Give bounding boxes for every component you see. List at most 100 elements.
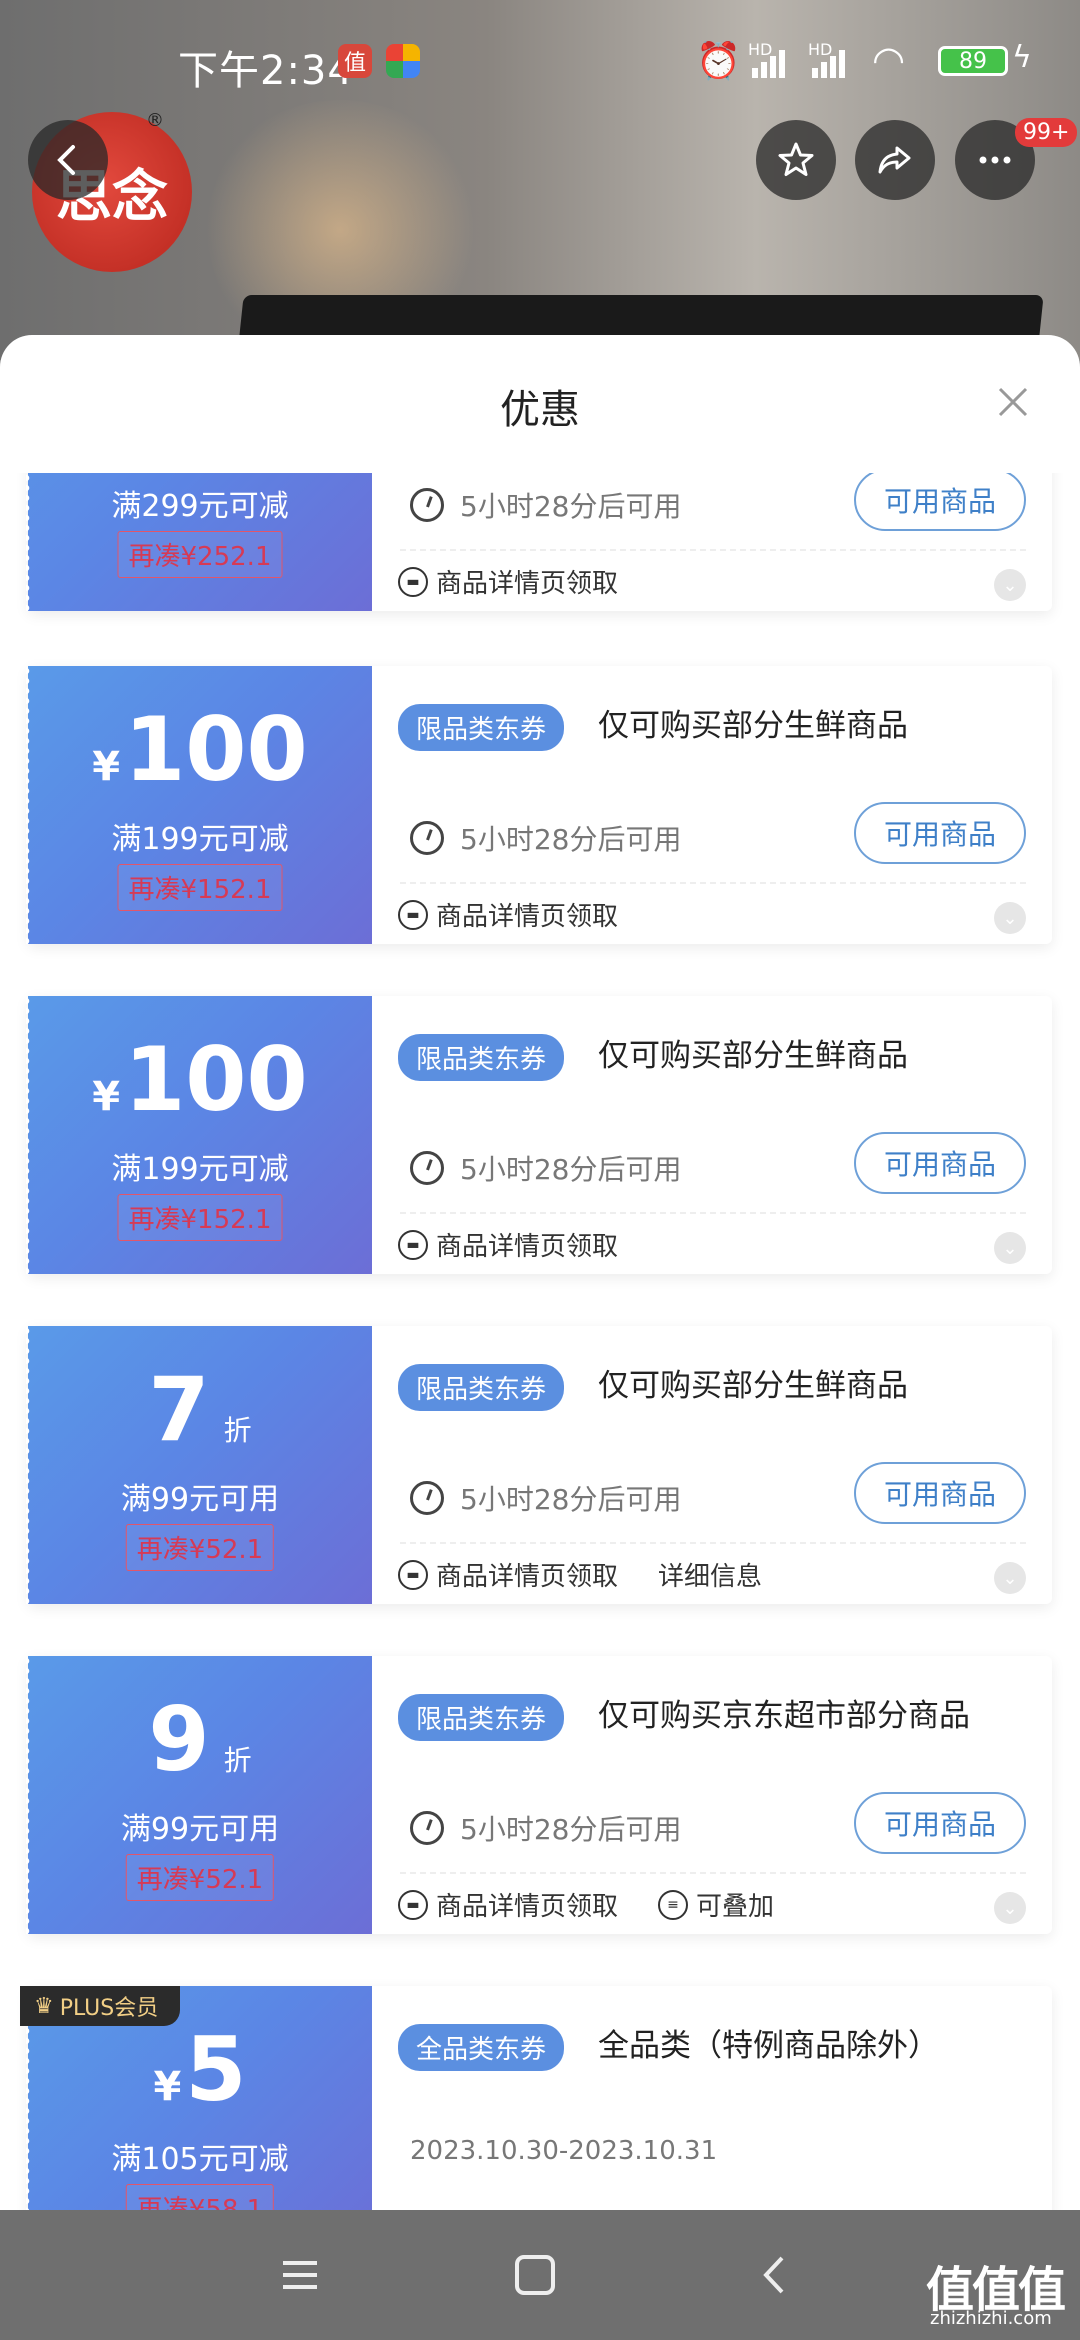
coupon-value-panel: 7折 满99元可用 再凑¥52.1 — [26, 1326, 372, 1604]
coupon-amount: ¥100 — [92, 1028, 308, 1131]
status-bar: 下午2:34 值 ⏰ HD HD ◠ 89 ϟ — [0, 0, 1080, 120]
coupon-value-panel: 满299元可减 再凑¥252.1 — [26, 473, 372, 611]
charging-icon: ϟ — [1012, 40, 1032, 75]
signal-icon — [752, 48, 785, 78]
coupon-tag: 限品类东券 — [398, 704, 565, 751]
stackable-label: ≡ 可叠加 — [658, 1886, 774, 1923]
coupon-tag: 限品类东券 — [398, 1694, 565, 1741]
coupon-tag: 限品类东券 — [398, 1364, 565, 1411]
signal-icon-2 — [812, 48, 845, 78]
coupon-amount: ¥100 — [92, 698, 308, 801]
ticket-icon: ▬ — [398, 566, 428, 597]
available-products-button[interactable]: 可用商品 — [854, 1132, 1026, 1194]
coupon-time: 5小时28分后可用 — [410, 485, 681, 525]
coupon-source: ▬ 商品详情页领取 — [398, 1226, 618, 1263]
available-products-button[interactable]: 可用商品 — [854, 802, 1026, 864]
coupon-tag: 全品类东券 — [398, 2024, 565, 2071]
coupon-tag: 限品类东券 — [398, 1034, 565, 1081]
coupon-card[interactable]: 满299元可减 再凑¥252.1 5小时28分后可用 可用商品 ▬ 商品详情页领取… — [26, 473, 1052, 611]
coupon-value-panel: ¥100 满199元可减 再凑¥152.1 — [26, 996, 372, 1274]
coupon-time: 5小时28分后可用 — [410, 1148, 681, 1188]
coupon-gap: 再凑¥52.1 — [125, 1524, 275, 1571]
coupon-gap: 再凑¥152.1 — [117, 1194, 283, 1241]
clock-icon — [410, 1151, 444, 1185]
coupon-source: ▬ 商品详情页领取 详细信息 — [398, 1556, 762, 1593]
wifi-icon: ◠ — [872, 38, 906, 82]
ticket-icon: ▬ — [398, 1559, 428, 1590]
watermark-url: zhizhizhi.com — [930, 2308, 1052, 2329]
coupon-amount: 7折 — [148, 1358, 252, 1461]
app-notification-icon-2 — [386, 44, 420, 78]
close-icon[interactable] — [996, 385, 1030, 419]
sheet-title: 优惠 — [500, 387, 580, 433]
coupon-condition: 满105元可减 — [111, 2142, 289, 2177]
home-icon[interactable] — [510, 2250, 560, 2300]
coupon-condition: 满99元可用 — [120, 1482, 280, 1517]
status-time: 下午2:34 — [178, 48, 354, 94]
star-icon — [778, 142, 814, 176]
share-button[interactable] — [855, 120, 935, 200]
coupon-sheet: 优惠 满299元可减 再凑¥252.1 5小时28分后可用 可用商品 ▬ 商品详情… — [0, 335, 1080, 2210]
coupon-description: 仅可购买部分生鲜商品 — [598, 708, 908, 744]
divider — [400, 1542, 1026, 1544]
available-products-button[interactable]: 可用商品 — [854, 1462, 1026, 1524]
more-icon — [979, 156, 1011, 164]
back-nav-icon[interactable] — [750, 2250, 800, 2300]
chevron-down-icon[interactable]: ⌄ — [994, 1892, 1026, 1924]
ticket-icon: ▬ — [398, 899, 428, 930]
coupon-amount: ¥5 — [153, 2018, 247, 2121]
system-nav-bar — [0, 2210, 1080, 2340]
coupon-condition: 满99元可用 — [120, 1812, 280, 1847]
coupon-source: ▬ 商品详情页领取 — [398, 563, 618, 600]
coupon-condition: 满199元可减 — [111, 1152, 289, 1187]
chevron-down-icon[interactable]: ⌄ — [994, 902, 1026, 934]
coupon-card[interactable]: ¥100 满199元可减 再凑¥152.1 限品类东券 仅可购买部分生鲜商品 5… — [26, 666, 1052, 944]
menu-icon[interactable] — [275, 2250, 325, 2300]
coupon-gap: 再凑¥252.1 — [117, 531, 283, 578]
clock-icon — [410, 1811, 444, 1845]
chevron-down-icon[interactable]: ⌄ — [994, 1562, 1026, 1594]
share-icon — [878, 146, 911, 174]
clock-icon — [410, 1481, 444, 1515]
coupon-list[interactable]: 满299元可减 再凑¥252.1 5小时28分后可用 可用商品 ▬ 商品详情页领取… — [0, 473, 1080, 2210]
available-products-button[interactable]: 可用商品 — [854, 1792, 1026, 1854]
divider — [400, 1872, 1026, 1874]
favorite-button[interactable] — [756, 120, 836, 200]
battery-icon: 89 — [938, 46, 1008, 76]
coupon-value-panel: 9折 满99元可用 再凑¥52.1 — [26, 1656, 372, 1934]
coupon-time: 5小时28分后可用 — [410, 818, 681, 858]
divider — [400, 882, 1026, 884]
ticket-icon: ▬ — [398, 1889, 428, 1920]
message-badge: 99+ — [1015, 118, 1078, 147]
coupon-card[interactable]: ¥100 满199元可减 再凑¥152.1 限品类东券 仅可购买部分生鲜商品 5… — [26, 996, 1052, 1274]
plus-member-badge: ♛ PLUS会员 — [20, 1986, 181, 2026]
coupon-date-range: 2023.10.30-2023.10.31 — [410, 2136, 718, 2166]
app-notification-icon: 值 — [338, 44, 372, 78]
coupon-description: 仅可购买部分生鲜商品 — [598, 1368, 908, 1404]
coupon-condition: 满299元可减 — [111, 489, 289, 524]
coupon-card[interactable]: 9折 满99元可用 再凑¥52.1 限品类东券 仅可购买京东超市部分商品 5小时… — [26, 1656, 1052, 1934]
stack-icon: ≡ — [658, 1889, 689, 1920]
coupon-source: ▬ 商品详情页领取 ≡ 可叠加 — [398, 1886, 774, 1923]
chevron-down-icon[interactable]: ⌄ — [994, 569, 1026, 601]
coupon-condition: 满199元可减 — [111, 822, 289, 857]
clock-icon — [410, 488, 444, 522]
available-products-button[interactable]: 可用商品 — [854, 473, 1026, 531]
coupon-description: 仅可购买部分生鲜商品 — [598, 1038, 908, 1074]
clock-icon — [410, 821, 444, 855]
coupon-gap: 再凑¥58.1 — [125, 2184, 275, 2210]
chevron-down-icon[interactable]: ⌄ — [994, 1232, 1026, 1264]
crown-icon: ♛ — [34, 1993, 54, 2019]
detail-info-link[interactable]: 详细信息 — [658, 1556, 762, 1593]
divider — [400, 1212, 1026, 1214]
back-button[interactable] — [28, 120, 108, 200]
coupon-card[interactable]: 7折 满99元可用 再凑¥52.1 限品类东券 仅可购买部分生鲜商品 5小时28… — [26, 1326, 1052, 1604]
coupon-time: 5小时28分后可用 — [410, 1808, 681, 1848]
coupon-description: 仅可购买京东超市部分商品 — [598, 1698, 970, 1734]
coupon-card[interactable]: ♛ PLUS会员 ¥5 满105元可减 再凑¥58.1 全品类东券 全品类（特例商… — [20, 1986, 1052, 2210]
alarm-icon: ⏰ — [696, 41, 741, 82]
chevron-left-icon — [57, 145, 75, 175]
coupon-gap: 再凑¥152.1 — [117, 864, 283, 911]
coupon-time: 5小时28分后可用 — [410, 1478, 681, 1518]
coupon-value-panel: ¥100 满199元可减 再凑¥152.1 — [26, 666, 372, 944]
